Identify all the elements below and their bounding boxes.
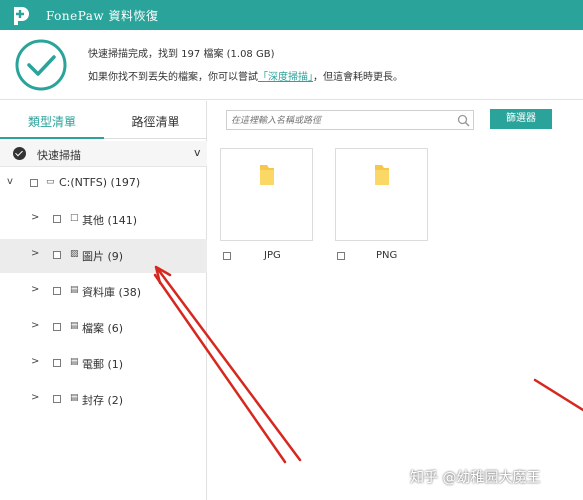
tree-item-checkbox[interactable] [53, 251, 61, 259]
tree-item-checkbox[interactable] [53, 359, 61, 367]
filter-button[interactable]: 篩選器 [490, 109, 552, 129]
checkmark-icon[interactable] [13, 147, 26, 160]
left-panel: 類型清單 路徑清單 快速掃描 v v ▭ C:(NTFS) (197) > □ … [0, 101, 207, 500]
scan-status-bar: 快速掃描完成，找到 197 檔案 (1.08 GB) 如果你找不到丟失的檔案，你… [0, 30, 583, 100]
tree-item-label: 檔案 (6) [82, 322, 124, 335]
chevron-right-icon[interactable]: > [31, 356, 39, 367]
tree-item-database[interactable]: > ▤ 資料庫 (38) [0, 275, 207, 309]
file-tile-jpg[interactable] [220, 148, 313, 241]
tree-item-checkbox[interactable] [53, 323, 61, 331]
file-label-png: PNG [376, 250, 398, 261]
chevron-right-icon[interactable]: > [31, 392, 39, 403]
chevron-right-icon[interactable]: > [31, 320, 39, 331]
tab-path-list[interactable]: 路徑清單 [104, 101, 207, 139]
image-icon: ▨ [70, 249, 79, 259]
tree-item-label: 資料庫 (38) [82, 286, 142, 299]
check-circle-icon [15, 39, 67, 91]
database-icon: ▤ [70, 285, 79, 295]
scan-hint-text: 如果你找不到丟失的檔案，你可以嘗試「深度掃描」，但這會耗時更長。 [88, 68, 403, 83]
tree-item-checkbox[interactable] [53, 287, 61, 295]
tree-drive-c[interactable]: v ▭ C:(NTFS) (197) [0, 167, 207, 201]
arrow-line-3 [533, 378, 583, 412]
fonepaw-logo-icon [14, 7, 29, 25]
chevron-right-icon[interactable]: > [31, 284, 39, 295]
scan-hint-prefix: 如果你找不到丟失的檔案，你可以嘗試 [88, 72, 258, 83]
app-title: FonePaw 資料恢復 [46, 9, 159, 23]
search-input[interactable] [231, 113, 451, 128]
title-bar: FonePaw 資料恢復 [0, 0, 583, 30]
chevron-right-icon[interactable]: > [31, 248, 39, 259]
tree-item-images[interactable]: > ▨ 圖片 (9) [0, 239, 207, 273]
file-label-jpg: JPG [264, 250, 281, 261]
tree-item-email[interactable]: > ▤ 電郵 (1) [0, 347, 207, 381]
drive-label: C:(NTFS) (197) [59, 176, 141, 189]
watermark: 知乎 @幼稚园大魔王 [410, 470, 541, 486]
drive-checkbox[interactable] [30, 179, 38, 187]
folder-icon: □ [70, 213, 79, 223]
scan-result-text: 快速掃描完成，找到 197 檔案 (1.08 GB) [88, 49, 275, 60]
chevron-right-icon[interactable]: > [31, 212, 39, 223]
scan-hint-suffix: ，但這會耗時更長。 [313, 72, 403, 83]
quick-scan-label: 快速掃描 [37, 149, 81, 162]
tree-item-checkbox[interactable] [53, 395, 61, 403]
deep-scan-link[interactable]: 「深度掃描」 [258, 72, 313, 83]
file-checkbox-png[interactable] [337, 252, 345, 260]
quick-scan-header[interactable]: 快速掃描 v [0, 141, 207, 167]
tree-item-documents[interactable]: > ▤ 檔案 (6) [0, 311, 207, 345]
search-box[interactable] [226, 110, 474, 130]
folder-icon [260, 165, 274, 185]
folder-icon [375, 165, 389, 185]
tree-item-archive[interactable]: > ▤ 封存 (2) [0, 383, 207, 417]
tab-type-list[interactable]: 類型清單 [0, 101, 104, 139]
tree-item-other[interactable]: > □ 其他 (141) [0, 203, 207, 237]
chevron-down-icon[interactable]: v [194, 146, 201, 159]
chevron-down-icon[interactable]: v [7, 176, 13, 187]
file-tile-png[interactable] [335, 148, 428, 241]
drive-icon: ▭ [46, 177, 55, 187]
document-icon: ▤ [70, 321, 79, 331]
file-checkbox-jpg[interactable] [223, 252, 231, 260]
archive-icon: ▤ [70, 393, 79, 403]
tree-item-label: 圖片 (9) [82, 250, 124, 263]
search-icon[interactable] [457, 114, 470, 127]
tree-item-checkbox[interactable] [53, 215, 61, 223]
tree-item-label: 電郵 (1) [82, 358, 124, 371]
email-icon: ▤ [70, 357, 79, 367]
tree-item-label: 封存 (2) [82, 394, 124, 407]
tree-item-label: 其他 (141) [82, 214, 138, 227]
